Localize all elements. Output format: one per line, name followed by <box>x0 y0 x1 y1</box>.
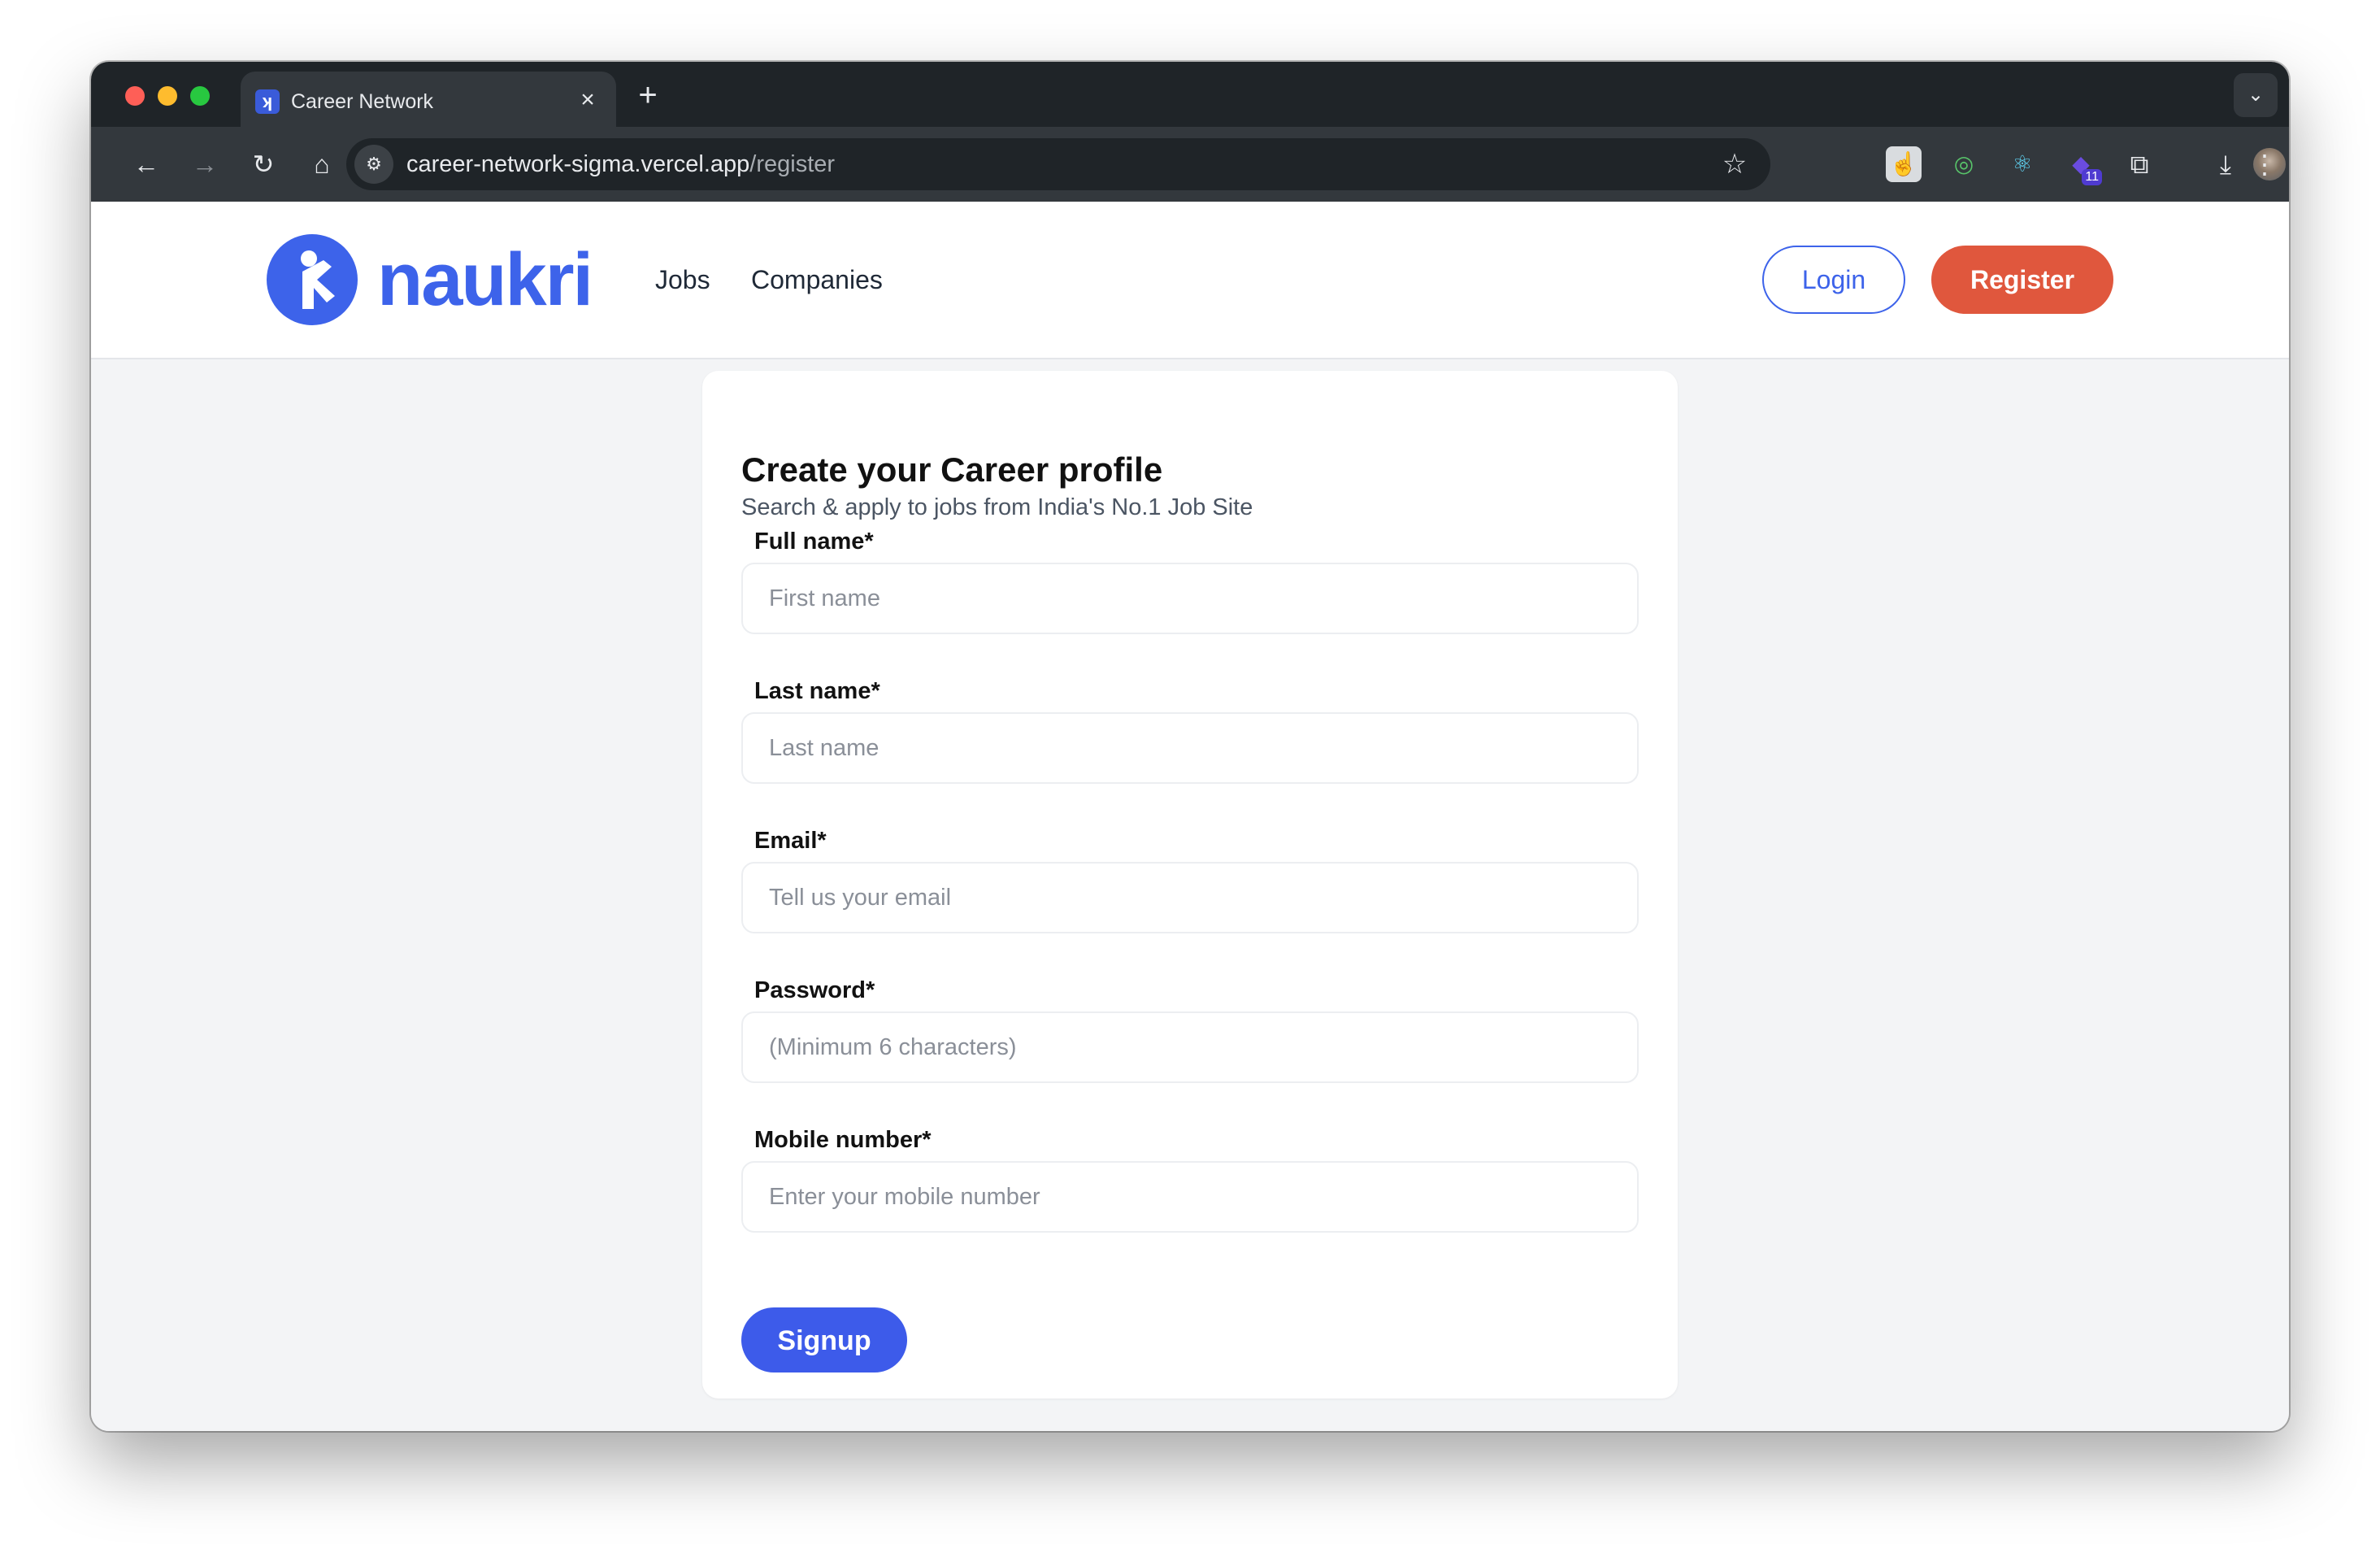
maximize-window-button[interactable] <box>190 86 210 106</box>
url-path: /register <box>749 151 836 177</box>
site-header: naukri Jobs Companies Login Register <box>91 202 2289 359</box>
url-host: career-network-sigma.vercel.app <box>406 151 750 177</box>
browser-window: ʞ Career Network × + ⌄ ← → ↻ ⌂ ⚙ career-… <box>91 62 2289 1431</box>
naukri-favicon-icon: ʞ <box>255 89 280 114</box>
bookmark-star-icon[interactable]: ☆ <box>1715 145 1754 184</box>
extensions-puzzle-icon[interactable]: ⧉ <box>2120 145 2159 184</box>
naukri-logo-mark <box>301 250 335 309</box>
form-title: Create your Career profile <box>741 450 1163 489</box>
extension-shapes-icon[interactable]: ◆ 11 <box>2063 146 2102 185</box>
download-icon[interactable]: ⤓ <box>2206 145 2245 184</box>
password-input[interactable] <box>741 1011 1639 1083</box>
forward-icon[interactable]: → <box>185 145 224 184</box>
brand-name[interactable]: naukri <box>377 234 593 325</box>
tab-title: Career Network <box>291 90 434 113</box>
signup-button[interactable]: Signup <box>741 1307 907 1372</box>
react-devtools-icon[interactable]: ⚛ <box>2004 146 2040 182</box>
mobile-number-input[interactable] <box>741 1161 1639 1233</box>
last-name-label: Last name* <box>754 678 880 704</box>
full-name-label: Full name* <box>754 529 874 555</box>
email-input[interactable] <box>741 862 1639 933</box>
extension-target-icon[interactable]: ◎ <box>1946 146 1982 182</box>
password-label: Password* <box>754 977 875 1003</box>
register-button[interactable]: Register <box>1931 246 2113 314</box>
site-info-icon[interactable]: ⚙ <box>354 145 393 184</box>
nav-companies-link[interactable]: Companies <box>751 263 883 296</box>
browser-toolbar: ← → ↻ ⌂ ⚙ career-network-sigma.vercel.ap… <box>91 127 2289 202</box>
extension-badge: 11 <box>2082 169 2102 185</box>
first-name-input[interactable] <box>741 563 1639 634</box>
mobile-number-label: Mobile number* <box>754 1127 932 1153</box>
registration-card: Create your Career profile Search & appl… <box>702 371 1678 1399</box>
login-button[interactable]: Login <box>1762 246 1905 314</box>
address-bar[interactable]: ⚙ career-network-sigma.vercel.app/regist… <box>346 138 1770 190</box>
last-name-input[interactable] <box>741 712 1639 784</box>
close-tab-icon[interactable]: × <box>574 86 602 114</box>
email-label: Email* <box>754 828 827 854</box>
naukri-logo-icon[interactable] <box>267 234 358 325</box>
web-page: naukri Jobs Companies Login Register Cre… <box>91 202 2289 1431</box>
extension-hand-icon[interactable]: ☝ <box>1886 146 1922 182</box>
tab-search-chevron-icon[interactable]: ⌄ <box>2234 73 2278 117</box>
nav-jobs-link[interactable]: Jobs <box>655 263 710 296</box>
browser-menu-icon[interactable]: ⋮ <box>2245 145 2284 184</box>
form-subtitle: Search & apply to jobs from India's No.1… <box>741 494 1253 520</box>
browser-tab[interactable]: ʞ Career Network × <box>241 72 616 127</box>
minimize-window-button[interactable] <box>158 86 177 106</box>
close-window-button[interactable] <box>125 86 145 106</box>
tab-strip: ʞ Career Network × + ⌄ <box>91 62 2289 127</box>
home-icon[interactable]: ⌂ <box>302 145 341 184</box>
back-icon[interactable]: ← <box>127 145 166 184</box>
url-text[interactable]: career-network-sigma.vercel.app/register <box>406 150 835 179</box>
reload-icon[interactable]: ↻ <box>244 145 283 184</box>
new-tab-icon[interactable]: + <box>631 78 665 112</box>
